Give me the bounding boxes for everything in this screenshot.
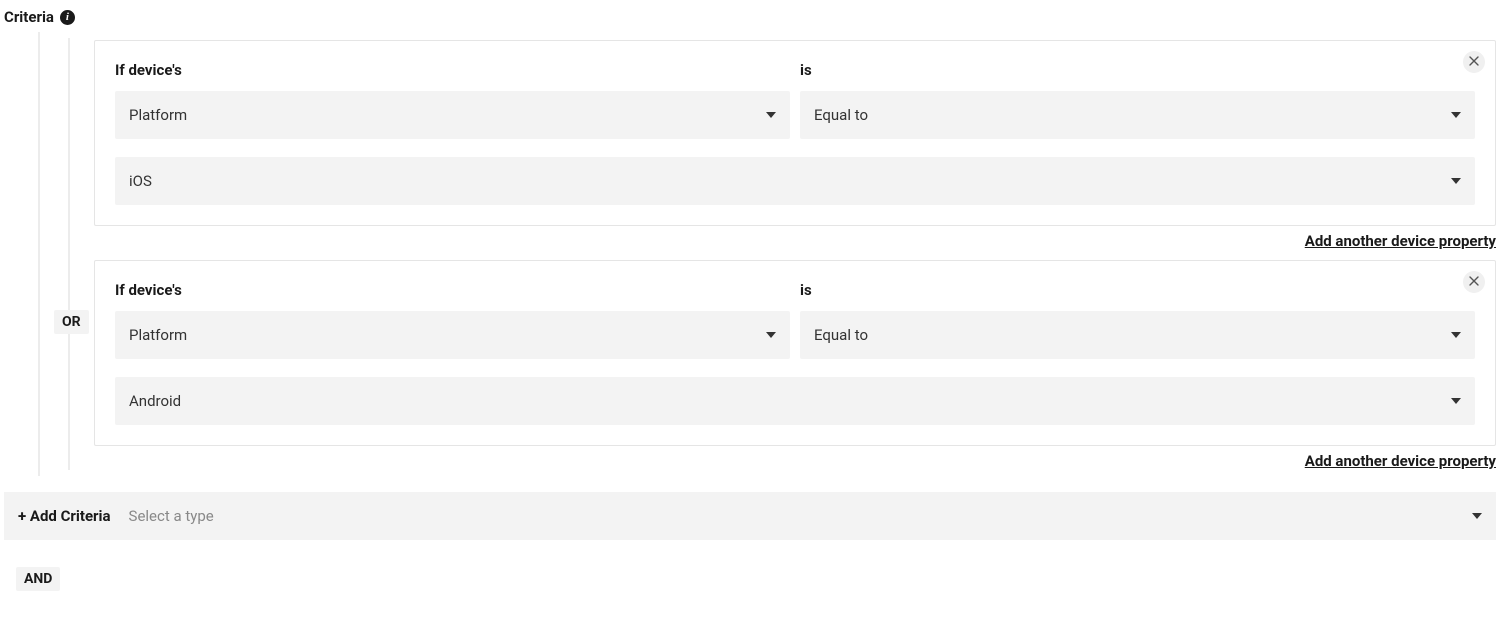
criteria-title: Criteria [4, 8, 54, 26]
criteria-builder: If device's Platform is Equal to [4, 38, 1496, 540]
criteria-container: If device's Platform is Equal to [34, 38, 1496, 470]
add-criteria-placeholder: Select a type [129, 507, 214, 525]
caret-down-icon [1451, 332, 1461, 338]
field-property: If device's Platform [115, 61, 790, 139]
value-select[interactable]: iOS [115, 157, 1475, 205]
caret-down-icon [1451, 398, 1461, 404]
connector-line-outer [38, 32, 40, 476]
rule-card: If device's Platform is Equal to [94, 260, 1496, 446]
field-operator: is Equal to [800, 281, 1475, 359]
and-badge: AND [16, 567, 60, 591]
value-select-value: iOS [129, 172, 152, 190]
add-property-row: Add another device property [94, 452, 1496, 470]
or-badge: OR [54, 310, 89, 334]
add-property-row: Add another device property [94, 232, 1496, 250]
connector-line-inner [68, 38, 70, 470]
property-select-value: Platform [129, 326, 187, 344]
caret-down-icon [766, 332, 776, 338]
label-is: is [800, 61, 1475, 79]
field-operator: is Equal to [800, 61, 1475, 139]
remove-rule-button[interactable] [1463, 51, 1485, 73]
rule-card: If device's Platform is Equal to [94, 40, 1496, 226]
info-icon[interactable]: i [60, 10, 75, 25]
remove-rule-button[interactable] [1463, 271, 1485, 293]
label-is: is [800, 281, 1475, 299]
property-select-value: Platform [129, 106, 187, 124]
add-criteria-label: + Add Criteria [18, 507, 111, 525]
add-device-property-link[interactable]: Add another device property [1305, 232, 1496, 250]
operator-select-value: Equal to [814, 326, 868, 344]
field-value: iOS [115, 157, 1475, 205]
or-group: If device's Platform is Equal to [64, 38, 1496, 470]
field-property: If device's Platform [115, 281, 790, 359]
criteria-header: Criteria i [4, 8, 1496, 26]
caret-down-icon [1472, 513, 1482, 519]
caret-down-icon [1451, 112, 1461, 118]
value-select[interactable]: Android [115, 377, 1475, 425]
operator-select[interactable]: Equal to [800, 311, 1475, 359]
add-device-property-link[interactable]: Add another device property [1305, 452, 1496, 470]
operator-select-value: Equal to [814, 106, 868, 124]
caret-down-icon [766, 112, 776, 118]
label-if-devices: If device's [115, 281, 790, 299]
operator-select[interactable]: Equal to [800, 91, 1475, 139]
close-icon [1469, 276, 1479, 289]
value-select-value: Android [129, 392, 181, 410]
add-criteria-bar[interactable]: + Add Criteria Select a type [4, 492, 1496, 540]
field-value: Android [115, 377, 1475, 425]
property-select[interactable]: Platform [115, 91, 790, 139]
label-if-devices: If device's [115, 61, 790, 79]
close-icon [1469, 56, 1479, 69]
property-select[interactable]: Platform [115, 311, 790, 359]
caret-down-icon [1451, 178, 1461, 184]
